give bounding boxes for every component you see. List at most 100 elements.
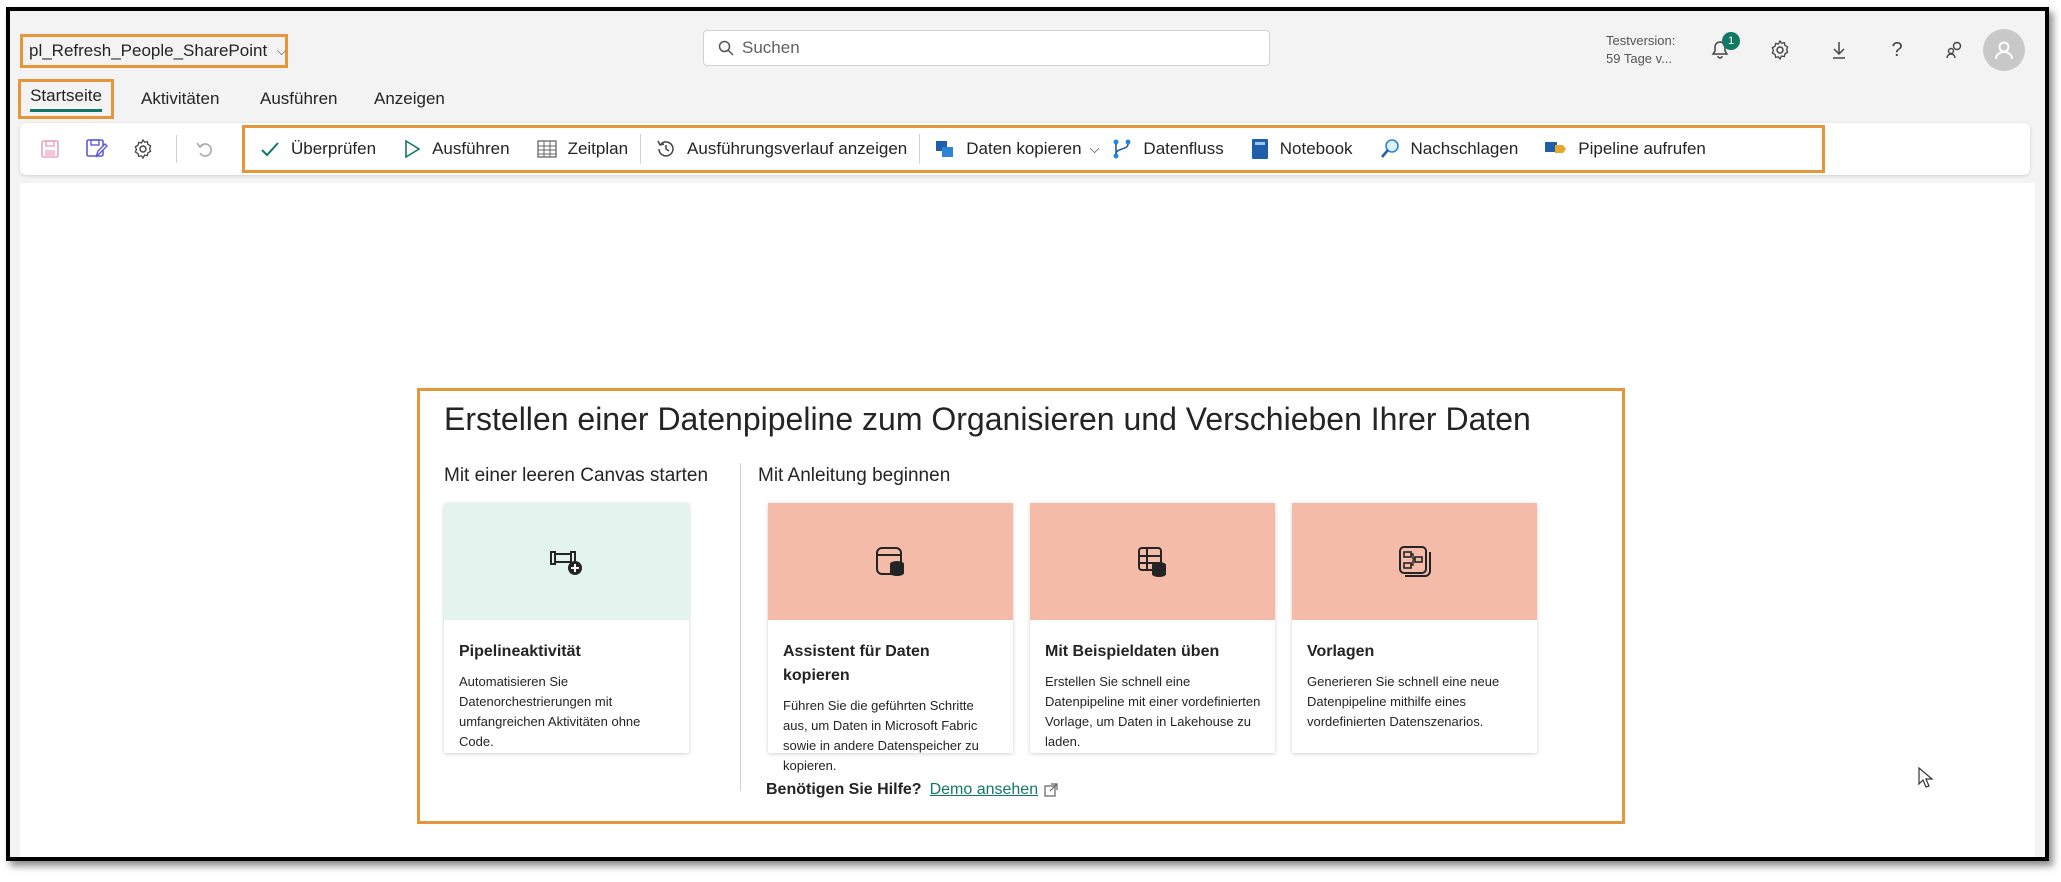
sample-data-card[interactable]: Mit Beispieldaten üben Erstellen Sie sch…	[1030, 503, 1275, 753]
top-bar: pl_Refresh_People_SharePoint ⌵ Suchen Te…	[10, 11, 2045, 75]
sample-data-icon	[1137, 546, 1166, 577]
templates-card[interactable]: Vorlagen Generieren Sie schnell eine neu…	[1292, 503, 1537, 753]
card-description: Erstellen Sie schnell eine Datenpipeline…	[1045, 674, 1261, 749]
copy-data-assistant-card[interactable]: Assistent für Daten kopieren Führen Sie …	[768, 503, 1013, 773]
copy-data-label: Daten kopieren	[966, 139, 1082, 158]
settings-button[interactable]	[1765, 35, 1795, 65]
invoke-pipeline-button[interactable]: Pipeline aufrufen	[1544, 139, 1706, 159]
help-row: Benötigen Sie Hilfe? Demo ansehen	[766, 781, 1058, 799]
download-icon	[1833, 42, 1845, 59]
help-button[interactable]: ?	[1882, 35, 1912, 65]
pipeline-activity-icon	[549, 550, 582, 575]
card-description: Führen Sie die geführten Schritte aus, u…	[783, 698, 979, 773]
pipeline-settings-button[interactable]	[129, 135, 157, 163]
calendar-icon	[536, 140, 557, 158]
chevron-down-icon: ⌵	[1089, 141, 1100, 156]
copy-data-assistant-icon	[875, 546, 904, 576]
notebook-icon	[1251, 139, 1268, 159]
copy-data-icon	[936, 141, 954, 157]
pipeline-icon	[1545, 142, 1567, 153]
ribbon-tabs: Startseite Aktivitäten Ausführen Anzeige…	[10, 75, 2045, 123]
lookup-label: Nachschlagen	[1410, 139, 1519, 158]
card-title: Assistent für Daten kopieren	[783, 643, 930, 684]
card-description: Automatisieren Sie Datenorchestrierungen…	[459, 674, 641, 749]
save-button[interactable]	[36, 135, 64, 163]
download-button[interactable]	[1824, 35, 1854, 65]
checkmark-icon	[261, 142, 279, 157]
save-edit-icon	[86, 139, 108, 158]
dataflow-button[interactable]: Datenfluss	[1111, 138, 1224, 160]
play-icon	[405, 139, 421, 159]
card-title: Vorlagen	[1307, 643, 1375, 660]
blank-canvas-heading: Mit einer leeren Canvas starten	[444, 465, 709, 486]
mouse-cursor-icon	[1918, 767, 1934, 788]
magnifier-icon	[1380, 139, 1399, 158]
panel-title: Erstellen einer Datenpipeline zum Organi…	[444, 401, 1531, 437]
demo-link[interactable]: Demo ansehen	[930, 781, 1039, 799]
notification-badge: 1	[1722, 32, 1740, 50]
toolbar-divider	[176, 135, 177, 163]
card-thumbnail	[1292, 503, 1537, 620]
question-icon: ?	[1891, 38, 1903, 61]
search-placeholder: Suchen	[742, 38, 800, 57]
dataflow-label: Datenfluss	[1143, 139, 1224, 158]
app-window: pl_Refresh_People_SharePoint ⌵ Suchen Te…	[6, 7, 2049, 861]
ribbon-toolbar: Überprüfen Ausführen Zeitplan Ausführung…	[20, 123, 2030, 175]
trial-status[interactable]: Testversion: 59 Tage v...	[1606, 32, 1675, 68]
card-thumbnail	[768, 503, 1013, 620]
trial-label: Testversion:	[1606, 33, 1676, 48]
templates-icon	[1398, 545, 1431, 577]
tab-aktivitaeten[interactable]: Aktivitäten	[141, 89, 219, 109]
validate-button[interactable]: Überprüfen	[259, 138, 376, 160]
card-title: Mit Beispieldaten üben	[1045, 643, 1220, 660]
tab-anzeigen-label: Anzeigen	[374, 89, 445, 108]
people-icon	[1946, 41, 1962, 59]
pipeline-name: pl_Refresh_People_SharePoint	[29, 41, 268, 60]
card-thumbnail	[444, 503, 689, 620]
save-as-button[interactable]	[82, 135, 110, 163]
run-button[interactable]: Ausführen	[402, 139, 510, 159]
undo-button[interactable]	[191, 135, 219, 163]
tab-anzeigen[interactable]: Anzeigen	[374, 89, 445, 109]
tab-ausfuehren[interactable]: Ausführen	[260, 89, 338, 109]
history-icon	[657, 140, 674, 157]
notifications-button[interactable]: 1	[1705, 32, 1740, 65]
avatar[interactable]	[1983, 29, 2025, 71]
external-link-icon[interactable]	[1044, 783, 1058, 797]
copy-data-button[interactable]: Daten kopieren ⌵	[934, 138, 1099, 160]
schedule-label: Zeitplan	[567, 139, 629, 158]
chevron-down-icon: ⌵	[277, 43, 287, 58]
run-history-label: Ausführungsverlauf anzeigen	[687, 139, 908, 158]
search-input[interactable]: Suchen	[703, 30, 1270, 66]
lookup-button[interactable]: Nachschlagen	[1379, 138, 1519, 160]
tab-startseite[interactable]: Startseite	[18, 79, 114, 119]
tab-ausfuehren-label: Ausführen	[260, 89, 338, 108]
notebook-button[interactable]: Notebook	[1250, 138, 1353, 160]
tab-startseite-label: Startseite	[30, 86, 102, 112]
command-separator	[640, 134, 642, 164]
command-group: Überprüfen Ausführen Zeitplan Ausführung…	[242, 125, 1825, 173]
command-separator	[919, 134, 921, 164]
share-button[interactable]	[1940, 35, 1970, 65]
card-title: Pipelineaktivität	[459, 643, 581, 660]
guided-heading: Mit Anleitung beginnen	[758, 465, 951, 486]
get-started-panel: Erstellen einer Datenpipeline zum Organi…	[417, 388, 1625, 824]
pipeline-name-dropdown[interactable]: pl_Refresh_People_SharePoint ⌵	[20, 34, 288, 68]
dataflow-icon	[1113, 139, 1131, 159]
notebook-label: Notebook	[1279, 139, 1353, 158]
schedule-button[interactable]: Zeitplan	[536, 138, 628, 160]
save-icon	[41, 140, 59, 158]
undo-icon	[196, 142, 212, 157]
card-thumbnail	[1030, 503, 1275, 620]
trial-days: 59 Tage v...	[1606, 51, 1673, 66]
pipeline-canvas[interactable]: Erstellen einer Datenpipeline zum Organi…	[20, 183, 2035, 857]
gear-icon	[1771, 39, 1789, 61]
gear-icon	[134, 138, 152, 160]
search-icon	[718, 40, 734, 56]
pipeline-activity-card[interactable]: Pipelineaktivität Automatisieren Sie Dat…	[444, 503, 689, 753]
help-label: Benötigen Sie Hilfe?	[766, 781, 922, 798]
run-history-button[interactable]: Ausführungsverlauf anzeigen	[655, 138, 907, 160]
invoke-pipeline-label: Pipeline aufrufen	[1578, 139, 1706, 158]
tab-aktivitaeten-label: Aktivitäten	[141, 89, 220, 108]
user-icon	[1995, 41, 2013, 60]
